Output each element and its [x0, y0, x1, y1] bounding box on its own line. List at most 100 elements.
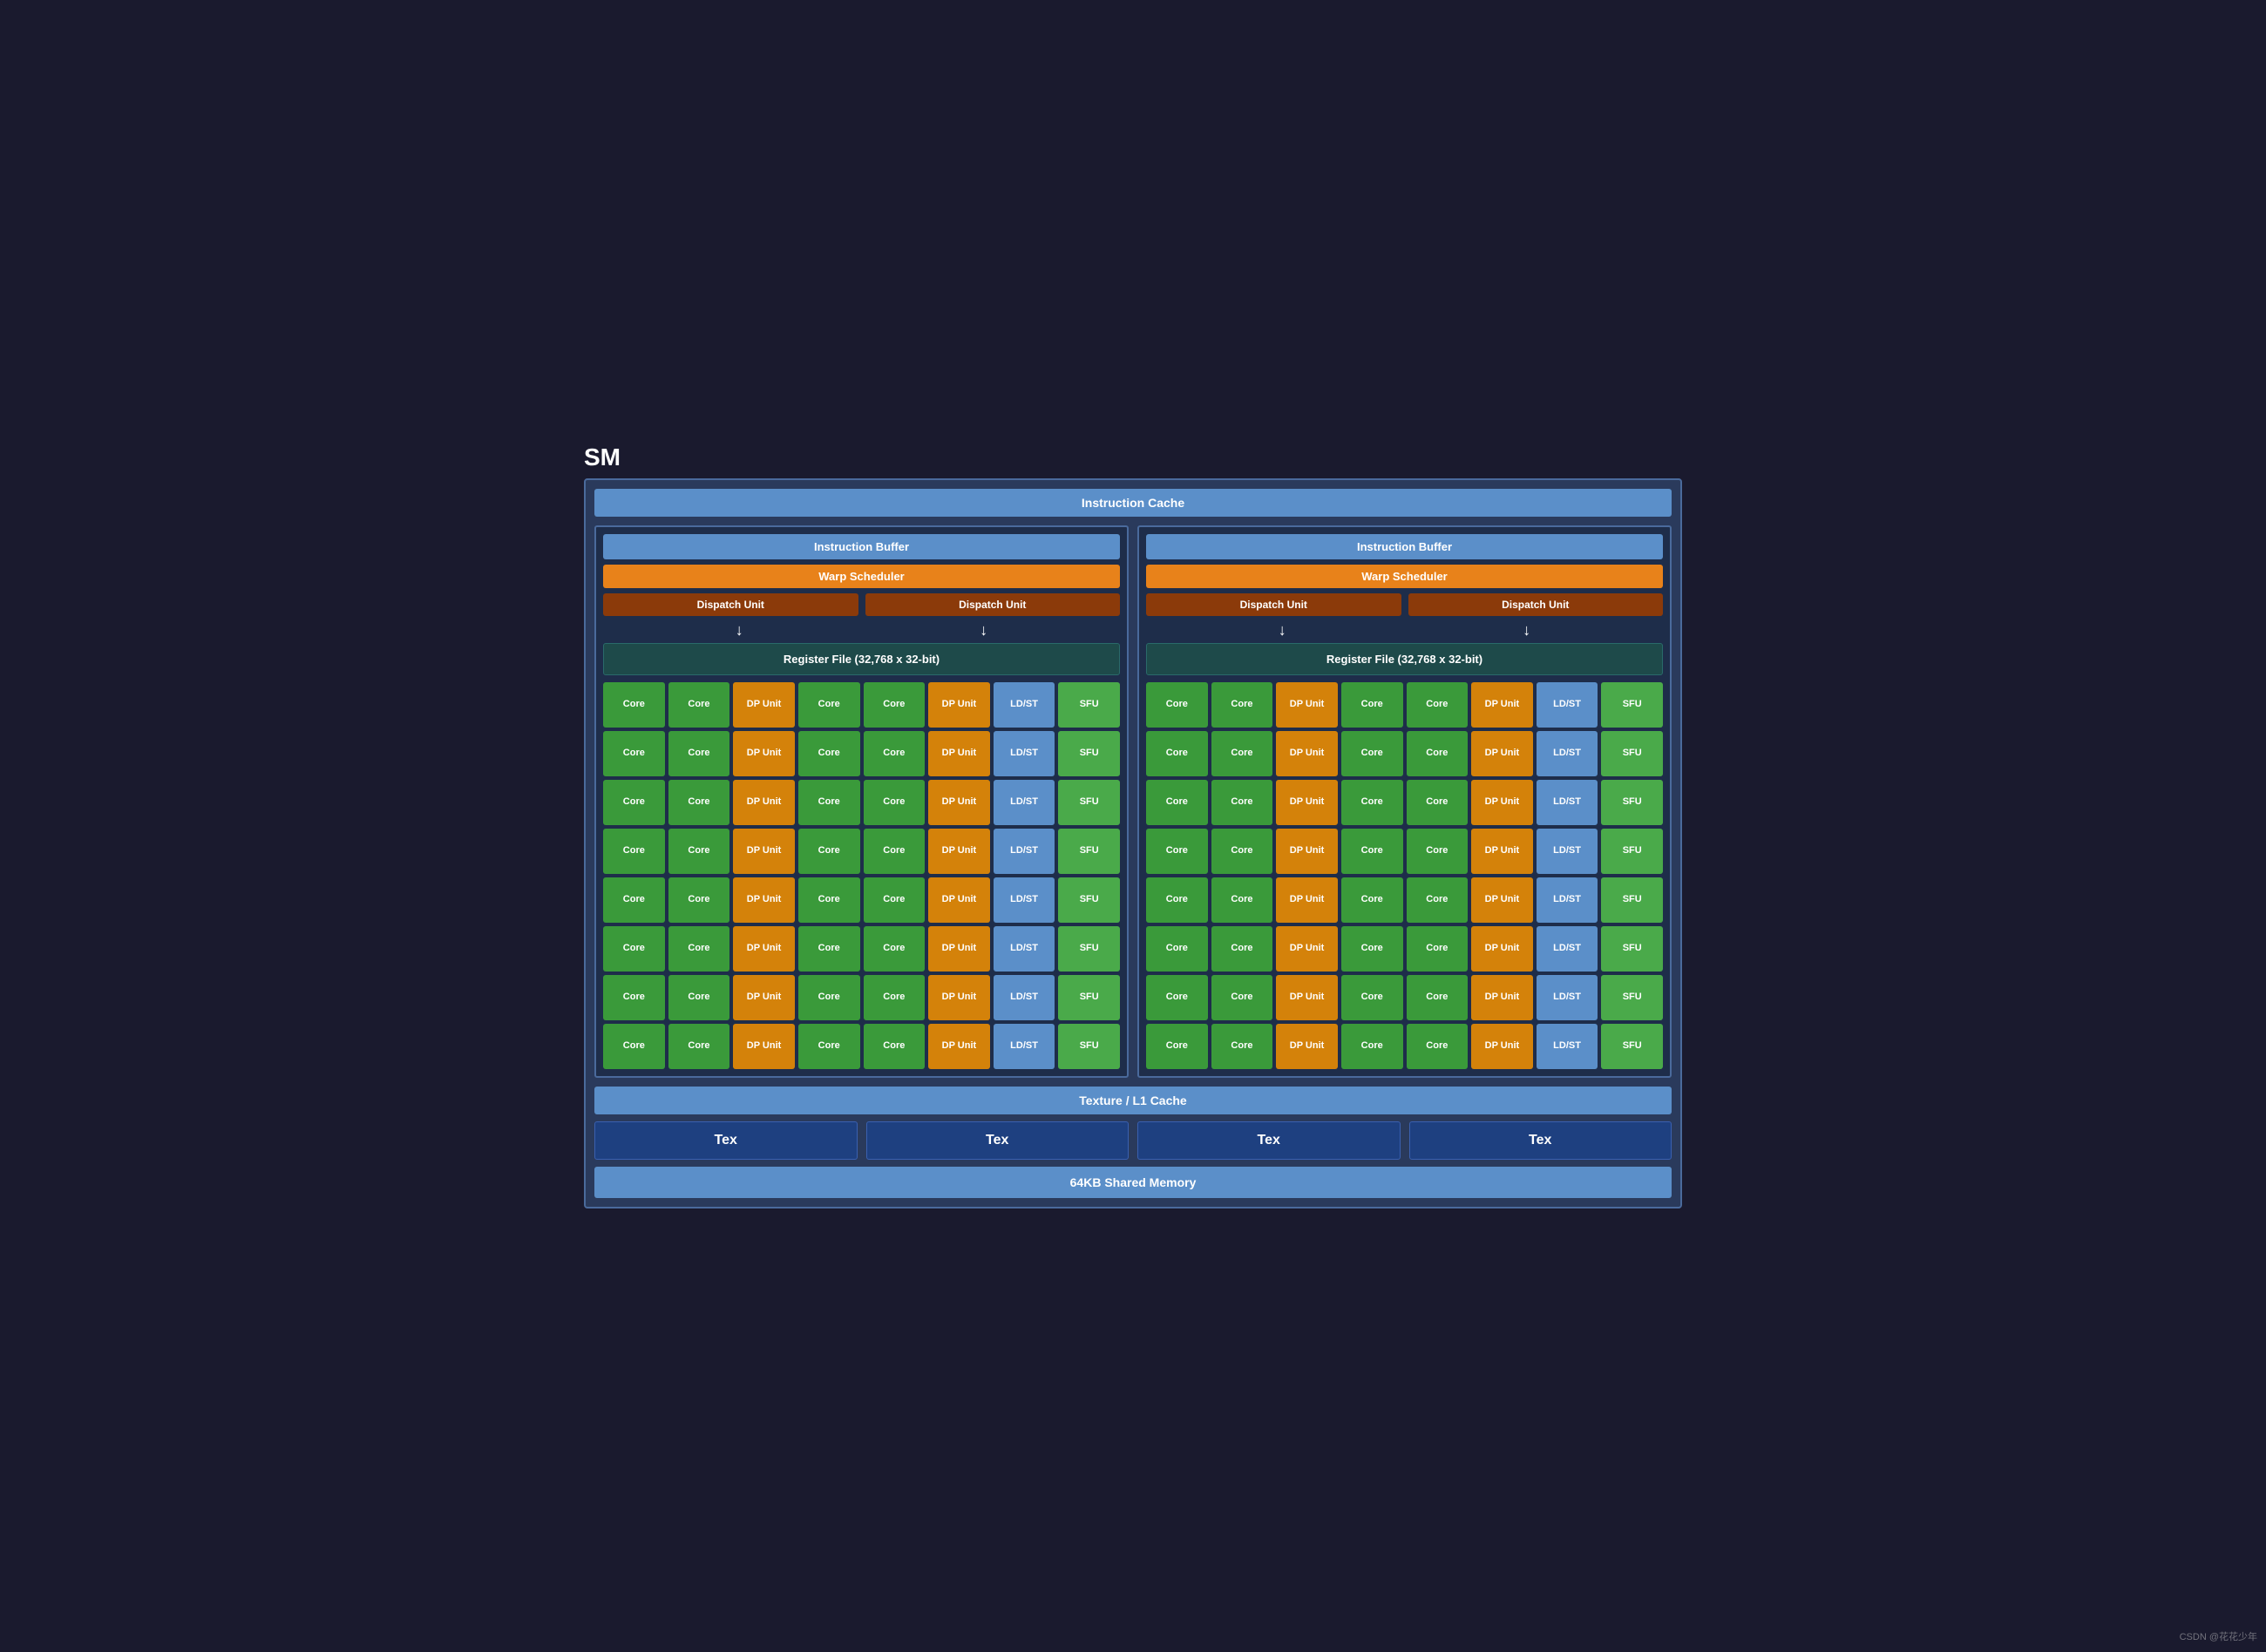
cell: Core — [668, 780, 730, 825]
cell: Core — [1211, 926, 1273, 972]
cell: Core — [1341, 829, 1403, 874]
left-column: Instruction Buffer Warp Scheduler Dispat… — [594, 525, 1129, 1078]
right-cores-grid: Core Core DP Unit Core Core DP Unit LD/S… — [1146, 682, 1663, 1069]
cell: Core — [1407, 682, 1469, 728]
cell: Core — [1341, 975, 1403, 1020]
cell: Core — [1146, 975, 1208, 1020]
cell: LD/ST — [1537, 731, 1598, 776]
cell: DP Unit — [733, 829, 795, 874]
left-dispatch-row: Dispatch Unit Dispatch Unit — [603, 593, 1120, 616]
two-column-section: Instruction Buffer Warp Scheduler Dispat… — [594, 525, 1672, 1078]
cell: Core — [1211, 829, 1273, 874]
cell: Core — [603, 877, 665, 923]
left-register-file: Register File (32,768 x 32-bit) — [603, 643, 1120, 675]
cell: SFU — [1601, 731, 1663, 776]
cell: LD/ST — [994, 829, 1055, 874]
cell: Core — [668, 682, 730, 728]
cell: Core — [668, 829, 730, 874]
bottom-section: Texture / L1 Cache Tex Tex Tex Tex 64KB … — [594, 1087, 1672, 1198]
cell: SFU — [1058, 780, 1120, 825]
cell: Core — [668, 975, 730, 1020]
cell: DP Unit — [733, 1024, 795, 1069]
left-dispatch-unit-2: Dispatch Unit — [865, 593, 1121, 616]
cell: SFU — [1601, 780, 1663, 825]
cell: SFU — [1058, 829, 1120, 874]
cell: Core — [603, 829, 665, 874]
cell: DP Unit — [1276, 780, 1338, 825]
cell: DP Unit — [928, 682, 990, 728]
left-arrows: ↓ ↓ — [603, 621, 1120, 640]
cell: Core — [668, 1024, 730, 1069]
cell: DP Unit — [1471, 780, 1533, 825]
right-arrow-2: ↓ — [1408, 621, 1646, 640]
cell: LD/ST — [1537, 829, 1598, 874]
cell: Core — [798, 829, 860, 874]
cell: Core — [1341, 1024, 1403, 1069]
cell: Core — [1341, 682, 1403, 728]
cell: Core — [864, 926, 926, 972]
cell: Core — [1146, 682, 1208, 728]
cell: DP Unit — [928, 975, 990, 1020]
left-dispatch-unit-1: Dispatch Unit — [603, 593, 858, 616]
cell: Core — [1211, 682, 1273, 728]
cell: DP Unit — [1471, 877, 1533, 923]
cell: Core — [1407, 731, 1469, 776]
cell: Core — [798, 682, 860, 728]
cell: SFU — [1601, 975, 1663, 1020]
cell: SFU — [1601, 926, 1663, 972]
tex-row: Tex Tex Tex Tex — [594, 1121, 1672, 1160]
cell: Core — [1407, 877, 1469, 923]
cell: LD/ST — [994, 926, 1055, 972]
tex-unit-4: Tex — [1409, 1121, 1672, 1160]
cell: Core — [798, 877, 860, 923]
cell: DP Unit — [733, 731, 795, 776]
cell: Core — [603, 682, 665, 728]
cell: Core — [1146, 1024, 1208, 1069]
cell: Core — [603, 926, 665, 972]
shared-memory: 64KB Shared Memory — [594, 1167, 1672, 1198]
cell: Core — [1341, 926, 1403, 972]
tex-unit-1: Tex — [594, 1121, 858, 1160]
cell: SFU — [1058, 1024, 1120, 1069]
texture-cache: Texture / L1 Cache — [594, 1087, 1672, 1114]
cell: DP Unit — [733, 682, 795, 728]
cell: Core — [1407, 829, 1469, 874]
cell: Core — [1211, 1024, 1273, 1069]
cell: LD/ST — [994, 1024, 1055, 1069]
cell: Core — [1211, 975, 1273, 1020]
cell: Core — [603, 1024, 665, 1069]
cell: Core — [668, 877, 730, 923]
cell: Core — [1407, 975, 1469, 1020]
left-arrow-1: ↓ — [621, 621, 858, 640]
right-column: Instruction Buffer Warp Scheduler Dispat… — [1137, 525, 1672, 1078]
instruction-cache: Instruction Cache — [594, 489, 1672, 517]
cell: DP Unit — [928, 731, 990, 776]
cell: Core — [668, 731, 730, 776]
cell: Core — [1211, 780, 1273, 825]
cell: Core — [1407, 1024, 1469, 1069]
cell: DP Unit — [928, 780, 990, 825]
cell: Core — [864, 780, 926, 825]
left-cores-grid: Core Core DP Unit Core Core DP Unit LD/S… — [603, 682, 1120, 1069]
cell: Core — [1211, 731, 1273, 776]
cell: LD/ST — [1537, 877, 1598, 923]
cell: Core — [668, 926, 730, 972]
cell: SFU — [1601, 1024, 1663, 1069]
cell: Core — [864, 829, 926, 874]
right-dispatch-unit-2: Dispatch Unit — [1408, 593, 1664, 616]
cell: Core — [1146, 877, 1208, 923]
cell: Core — [603, 731, 665, 776]
cell: LD/ST — [994, 975, 1055, 1020]
cell: Core — [798, 780, 860, 825]
cell: Core — [603, 780, 665, 825]
cell: SFU — [1058, 975, 1120, 1020]
right-dispatch-row: Dispatch Unit Dispatch Unit — [1146, 593, 1663, 616]
cell: DP Unit — [1276, 1024, 1338, 1069]
cell: LD/ST — [1537, 975, 1598, 1020]
cell: Core — [798, 731, 860, 776]
cell: Core — [798, 1024, 860, 1069]
right-register-file: Register File (32,768 x 32-bit) — [1146, 643, 1663, 675]
cell: LD/ST — [1537, 780, 1598, 825]
cell: DP Unit — [1276, 975, 1338, 1020]
cell: DP Unit — [928, 1024, 990, 1069]
